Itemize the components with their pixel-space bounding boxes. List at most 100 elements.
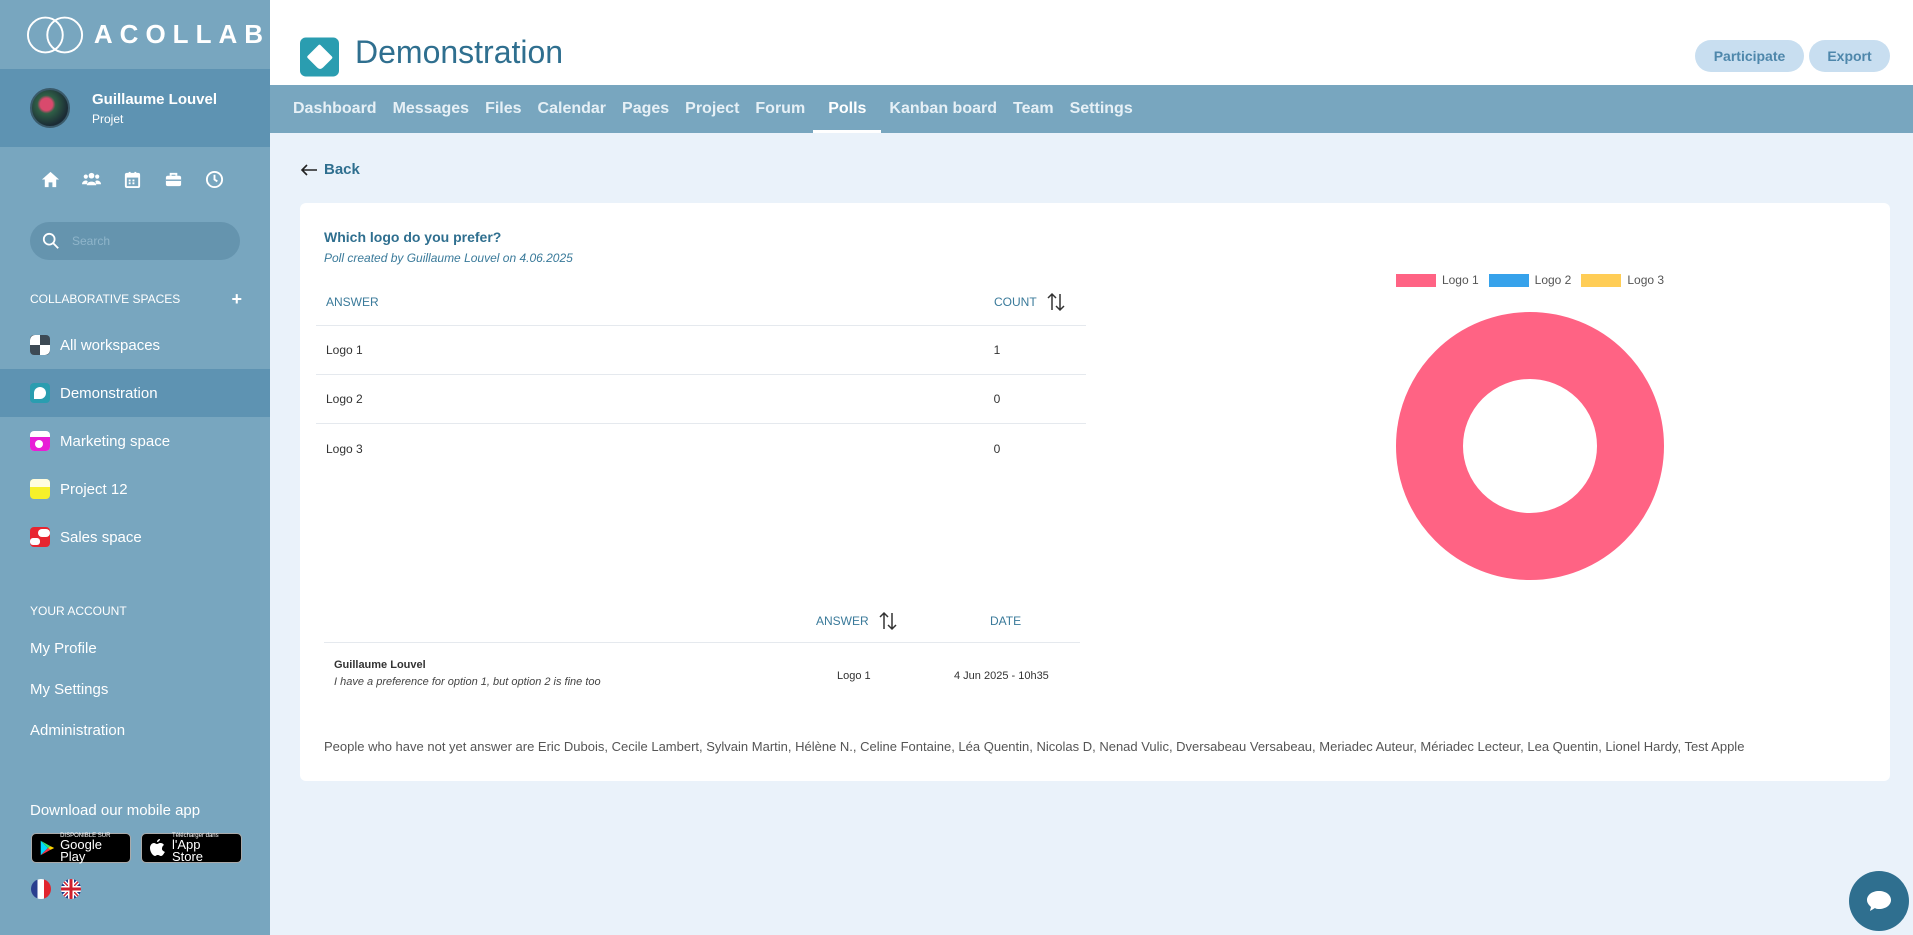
response-answer-header[interactable]: ANSWER (816, 611, 897, 631)
back-label: Back (324, 161, 360, 178)
workspace-list: All workspaces Demonstration Marketing s… (0, 321, 270, 561)
sidebar-item-all-workspaces[interactable]: All workspaces (0, 321, 270, 369)
sidebar-item-administration[interactable]: Administration (0, 710, 270, 751)
answer-count: 0 (993, 441, 1001, 456)
account-list: My Profile My Settings Administration (0, 628, 270, 751)
sales-space-icon (30, 527, 50, 547)
user-name: Guillaume Louvel (92, 90, 218, 108)
export-button[interactable]: Export (1809, 40, 1890, 72)
sort-icon[interactable] (879, 611, 897, 631)
language-flags (0, 879, 270, 899)
tab-pages[interactable]: Pages (614, 85, 677, 133)
tab-forum[interactable]: Forum (747, 85, 813, 133)
user-role: Projet (92, 111, 124, 126)
acollab-logo-icon (26, 16, 84, 53)
poll-question: Which logo do you prefer? (324, 229, 502, 245)
english-flag-icon[interactable] (61, 879, 81, 899)
sort-icon[interactable] (1047, 292, 1065, 312)
tab-bar: Dashboard Messages Files Calendar Pages … (270, 85, 1913, 133)
responses-table-header: ANSWER DATE (324, 601, 1080, 643)
poll-chart: Logo 1 Logo 2 Logo 3 (1330, 273, 1730, 583)
respondent-date: 4 Jun 2025 - 10h35 (954, 670, 1049, 682)
collab-spaces-title: COLLABORATIVE SPACES (30, 292, 181, 306)
tab-project[interactable]: Project (677, 85, 747, 133)
sidebar-item-sales-space[interactable]: Sales space (0, 513, 270, 561)
tab-kanban-board[interactable]: Kanban board (881, 85, 1005, 133)
download-app-label: Download our mobile app (30, 802, 201, 819)
marketing-space-icon (30, 431, 50, 451)
apple-icon (149, 839, 165, 856)
google-play-badge[interactable]: DISPONIBLE SUR Google Play (31, 833, 131, 863)
store-badges: DISPONIBLE SUR Google Play Télécharger d… (0, 833, 270, 863)
sidebar-item-marketing-space[interactable]: Marketing space (0, 417, 270, 465)
respondent-comment: I have a preference for option 1, but op… (334, 676, 601, 688)
sidebar: ACOLLAB Guillaume Louvel Projet COLLABOR… (0, 0, 270, 935)
arrow-left-icon (300, 163, 317, 176)
page-title: Demonstration (355, 34, 564, 70)
answer-count: 1 (993, 343, 1001, 357)
sidebar-item-my-profile[interactable]: My Profile (0, 628, 270, 669)
home-icon[interactable] (30, 165, 71, 193)
sidebar-item-my-settings[interactable]: My Settings (0, 669, 270, 710)
answer-label: Logo 2 (326, 392, 363, 406)
tab-settings[interactable]: Settings (1062, 85, 1141, 133)
tab-files[interactable]: Files (477, 85, 529, 133)
account-title: YOUR ACCOUNT (30, 604, 127, 618)
count-header-label: COUNT (994, 295, 1037, 309)
demonstration-icon (30, 383, 50, 403)
tab-calendar[interactable]: Calendar (530, 85, 614, 133)
brand-logo[interactable]: ACOLLAB (0, 0, 270, 69)
users-icon[interactable] (71, 165, 112, 193)
tab-dashboard[interactable]: Dashboard (285, 85, 385, 133)
all-workspaces-icon (30, 335, 50, 355)
sidebar-item-project-12[interactable]: Project 12 (0, 465, 270, 513)
briefcase-icon[interactable] (153, 165, 194, 193)
collab-spaces-header: COLLABORATIVE SPACES + (0, 289, 270, 310)
answer-label: Logo 1 (326, 343, 363, 357)
app-store-badge[interactable]: Télécharger dans l'App Store (141, 833, 242, 863)
workspace-label: Project 12 (60, 480, 128, 498)
answer-count: 0 (993, 392, 1001, 406)
clock-icon[interactable] (194, 165, 235, 193)
workspace-label: Marketing space (60, 432, 171, 450)
respondent-name: Guillaume Louvel (334, 659, 426, 671)
sidebar-item-demonstration[interactable]: Demonstration (0, 369, 270, 417)
workspace-label: All workspaces (60, 336, 161, 354)
workspace-label: Sales space (60, 528, 142, 546)
chat-icon (1867, 891, 1891, 911)
table-row: Logo 3 0 (316, 424, 1086, 473)
response-date-header: DATE (990, 614, 1022, 628)
brand-name: ACOLLAB (93, 19, 270, 49)
tab-team[interactable]: Team (1005, 85, 1062, 133)
answers-table: ANSWER COUNT Logo 1 1 Logo 2 0 Logo 3 0 (316, 279, 1086, 473)
add-space-icon[interactable]: + (231, 289, 242, 310)
tab-messages[interactable]: Messages (385, 85, 478, 133)
search-input[interactable] (72, 234, 222, 248)
account-header: YOUR ACCOUNT (0, 604, 270, 618)
workspace-logo-icon (300, 37, 339, 77)
back-link[interactable]: Back (300, 161, 360, 178)
not-answered-text: People who have not yet answer are Eric … (324, 739, 1745, 754)
chat-button[interactable] (1849, 871, 1909, 931)
calendar-icon[interactable] (112, 165, 153, 193)
app-store-big: l'App Store (171, 837, 204, 864)
french-flag-icon[interactable] (31, 879, 51, 899)
table-row: Logo 2 0 (316, 375, 1086, 424)
quick-nav (0, 147, 270, 217)
avatar (30, 88, 70, 128)
search-icon (42, 232, 59, 249)
user-profile[interactable]: Guillaume Louvel Projet (0, 69, 270, 147)
response-answer-header-label: ANSWER (816, 614, 869, 628)
project-12-icon (30, 479, 50, 499)
participate-button[interactable]: Participate (1695, 40, 1804, 72)
tab-polls[interactable]: Polls (813, 85, 882, 133)
donut-slice-logo-1[interactable] (1396, 312, 1664, 580)
page-header: Demonstration Participate Export (270, 0, 1913, 85)
search-box (30, 222, 240, 260)
count-column-header[interactable]: COUNT (986, 292, 1086, 312)
poll-card: Which logo do you prefer? Poll created b… (300, 203, 1890, 781)
responses-table: ANSWER DATE Guillaume Louvel I have a pr… (324, 601, 1080, 693)
table-row: Guillaume Louvel I have a preference for… (324, 643, 1080, 693)
workspace-label: Demonstration (60, 384, 158, 402)
answers-table-header: ANSWER COUNT (316, 279, 1086, 326)
